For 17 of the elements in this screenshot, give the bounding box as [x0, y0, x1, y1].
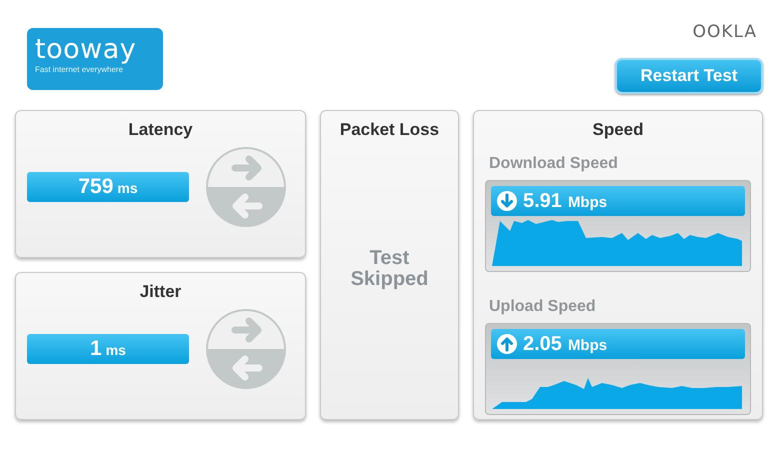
speed-value: 2.05 Mbps — [491, 329, 745, 359]
logo-tagline: Fast internet everywhere — [35, 65, 124, 74]
brand-logo: OOKLA — [692, 22, 757, 42]
card-title: Latency — [128, 120, 193, 140]
card-title: Packet Loss — [340, 120, 440, 140]
restart-button[interactable]: Restart Test — [615, 58, 763, 94]
transfer-icon — [205, 146, 287, 228]
logo-name: tooway — [35, 36, 136, 64]
metric-value: 1 ms — [27, 334, 189, 364]
transfer-icon — [205, 308, 287, 390]
speed-label: Upload Speed — [489, 298, 596, 316]
speed-label: Download Speed — [489, 155, 618, 173]
speed-value: 5.91 Mbps — [491, 186, 745, 216]
test-status: Test Skipped — [350, 248, 430, 290]
card-title: Speed — [592, 120, 644, 140]
metric-value: 759 ms — [27, 172, 189, 202]
card-title: Jitter — [140, 282, 182, 302]
